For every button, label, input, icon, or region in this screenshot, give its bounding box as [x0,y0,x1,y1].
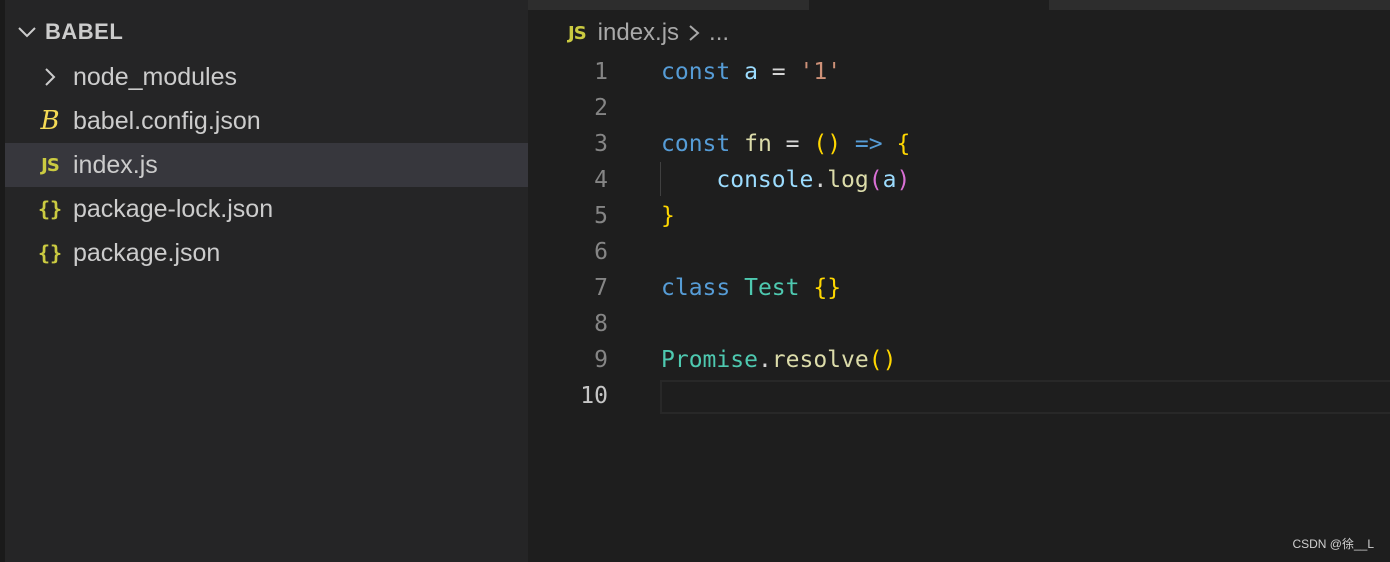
editor-pane[interactable]: JS index.js ... 1 const a = '1' 2 3 const fn… [528,0,1390,562]
code-text: const fn = () => { [661,126,910,162]
code-line[interactable]: 3 const fn = () => { [528,126,1390,162]
line-number: 3 [594,131,608,157]
code-token: {} [813,275,842,301]
js-icon: JS [41,154,60,176]
code-line[interactable]: 6 [528,234,1390,270]
line-number: 8 [594,311,608,337]
tree-item-label: package-lock.json [73,194,274,223]
tree-item-package-lock[interactable]: {} package-lock.json [5,187,528,231]
code-text: console.log(a) [661,162,910,198]
code-token: a [744,59,758,85]
code-line[interactable]: 1 const a = '1' [528,54,1390,90]
code-token: class [661,275,745,301]
tree-item-node-modules[interactable]: node_modules [5,55,528,99]
tree-item-label: babel.config.json [73,106,261,135]
line-number: 4 [594,167,608,193]
code-line[interactable]: 7 class Test {} [528,270,1390,306]
code-area[interactable]: 1 const a = '1' 2 3 const fn = () => {4 cons… [528,54,1390,414]
code-token: } [661,203,675,229]
code-token: = [757,59,800,85]
code-line[interactable]: 9 Promise.resolve() [528,342,1390,378]
line-number: 1 [594,59,608,85]
js-icon: JS [568,22,587,44]
folder-header[interactable]: BABEL [15,16,123,48]
code-token: . [813,167,828,193]
babel-icon: B [40,106,60,136]
tree-item-babel-config[interactable]: B babel.config.json [5,99,528,143]
code-token: log [827,167,869,193]
line-number: 5 [594,203,608,229]
code-line[interactable]: 8 [528,306,1390,342]
code-token: fn [744,131,772,157]
tree-item-package-json[interactable]: {} package.json [5,231,528,275]
code-text: Promise.resolve() [661,342,896,378]
code-text: const a = '1' [661,54,841,90]
tree-item-label: package.json [73,238,221,267]
code-line[interactable]: 2 [528,90,1390,126]
code-token: . [757,347,772,373]
vscode-window: BABEL node_modules B babel.config.json J… [0,0,1390,562]
watermark: CSDN @徐__L [1292,537,1374,551]
chevron-right-icon [35,66,65,88]
breadcrumb-file[interactable]: index.js [598,19,679,47]
code-token: = [771,131,814,157]
indent-guide [660,162,661,196]
tab-strip [528,0,1390,10]
code-text: class Test {} [661,270,841,306]
tree-item-index-js[interactable]: JS index.js [5,143,528,187]
code-line[interactable]: 5} [528,198,1390,234]
code-token: console [716,167,814,193]
breadcrumb: JS index.js ... [568,18,729,48]
tree-item-label: index.js [73,150,158,179]
tab-segment[interactable] [528,0,809,10]
code-token: const [661,59,745,85]
code-token: '1' [799,59,842,85]
code-token: ( [868,167,883,193]
code-token: Test [744,275,800,301]
code-token: ) [896,167,911,193]
folder-name: BABEL [45,19,124,44]
code-token: { [896,131,911,157]
line-number: 9 [594,347,608,373]
line-number: 6 [594,239,608,265]
line-number: 10 [580,383,608,409]
tree-item-label: node_modules [73,62,238,91]
explorer-sidebar: BABEL node_modules B babel.config.json J… [0,0,528,562]
chevron-right-icon [687,22,701,44]
breadcrumb-more[interactable]: ... [709,19,729,47]
code-token: => [841,131,883,157]
code-line[interactable]: 4 console.log(a) [528,162,1390,198]
json-icon: {} [37,241,63,265]
line-number: 2 [594,95,608,121]
code-token: Promise [661,347,758,373]
code-token: resolve [771,347,869,373]
code-token: a [882,167,897,193]
chevron-down-icon [15,20,39,44]
current-line-highlight [660,380,1390,414]
line-number: 7 [594,275,608,301]
code-token: () [868,347,897,373]
tab-segment[interactable] [1049,0,1390,10]
code-token: const [661,131,745,157]
code-token: () [813,131,842,157]
code-text: } [661,198,675,234]
json-icon: {} [37,197,63,221]
